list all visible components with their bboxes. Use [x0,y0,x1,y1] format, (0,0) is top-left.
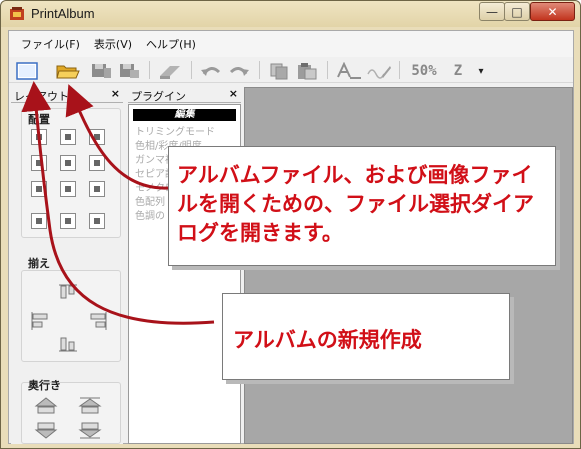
placement-group: 配置 [21,108,121,238]
toolbar-separator [149,61,150,79]
close-button[interactable]: ✕ [530,2,575,21]
minimize-icon: — [486,4,498,19]
align-left-icon[interactable] [30,311,50,331]
paste-icon [298,63,317,80]
undo-icon [201,67,221,76]
placement-group-label: 配置 [28,113,50,126]
window-title: PrintAlbum [31,6,95,21]
plugin-panel-close-icon[interactable]: × [229,87,238,100]
app-icon [9,6,25,21]
plugin-panel-title: プラグイン [131,90,186,103]
align-top-icon[interactable] [58,283,78,301]
undo-button[interactable] [199,60,223,82]
align-middle-left-icon[interactable] [31,155,47,171]
plugin-item-trimming[interactable]: トリミングモード [135,123,215,138]
toolbar-overflow-button[interactable]: ▾ [475,60,487,82]
layout-panel-title: レイアウト [14,90,69,103]
center-both-icon[interactable] [31,213,47,229]
z-button[interactable]: Z [447,60,469,82]
close-icon: ✕ [547,4,558,19]
layout-panel: 配置 揃え 奥行き [11,104,123,444]
toolbar-separator [259,61,260,79]
toolbar: 50% Z ▾ [9,57,573,83]
text-icon [337,62,361,79]
menu-view[interactable]: 表示(V) [94,36,132,52]
pen-tool-button[interactable] [365,60,393,82]
text-tool-button[interactable] [335,60,363,82]
depth-group: 奥行き [21,379,121,444]
minimize-button[interactable]: — [479,2,505,21]
align-top-right-icon[interactable] [89,129,105,145]
align-right-icon[interactable] [88,311,108,331]
save-as-button[interactable] [117,60,141,82]
paste-button[interactable] [295,60,319,82]
save-icon [92,64,111,78]
copy-button[interactable] [267,60,291,82]
plugin-item-tone[interactable]: 色調の [135,207,165,222]
align-center-icon[interactable] [60,155,76,171]
layout-panel-header: レイアウト × [11,87,123,103]
align-middle-right-icon[interactable] [89,155,105,171]
zoom-button[interactable]: 50% [407,60,441,82]
title-bar: PrintAlbum — □ ✕ [1,1,580,27]
align-bottom-center-icon[interactable] [60,181,76,197]
align-bottom-left-icon[interactable] [31,181,47,197]
open-file-button[interactable] [56,60,80,82]
new-album-button[interactable] [15,60,39,82]
toolbar-separator [191,61,192,79]
open-folder-icon [56,65,80,79]
send-backward-icon[interactable] [34,421,58,439]
menu-help[interactable]: ヘルプ(H) [146,36,196,52]
menu-file[interactable]: ファイル(F) [21,36,80,52]
redo-icon [229,67,249,76]
pen-icon [367,66,391,79]
align-top-center-icon[interactable] [60,129,76,145]
z-label: Z [453,63,463,79]
depth-group-label: 奥行き [28,379,61,392]
layout-panel-close-icon[interactable]: × [111,87,120,100]
plugin-panel-header: プラグイン × [128,87,241,103]
erase-icon [160,66,180,79]
bring-to-front-icon[interactable] [78,397,102,415]
chevron-down-icon: ▾ [478,65,484,77]
open-file-callout: アルバムファイル、および画像ファイルを開くための、ファイル選択ダイアログを開きま… [168,146,556,266]
toolbar-separator [399,61,400,79]
fit-icon[interactable] [60,213,76,229]
plugin-item-color-order[interactable]: 色配列 [135,193,165,208]
toolbar-separator [327,61,328,79]
menu-bar: ファイル(F) 表示(V) ヘルプ(H) [9,31,573,57]
copy-icon [270,63,288,80]
new-album-callout: アルバムの新規作成 [222,293,510,380]
align-group-label: 揃え [28,257,50,270]
align-bottom-icon[interactable] [58,335,78,353]
send-to-back-icon[interactable] [78,421,102,439]
save-as-icon [120,64,139,78]
maximize-icon: □ [511,4,523,19]
zoom-label: 50% [411,63,437,79]
align-bottom-right-icon[interactable] [89,181,105,197]
grid-icon[interactable] [89,213,105,229]
align-group: 揃え [21,257,121,362]
save-button[interactable] [89,60,113,82]
maximize-button[interactable]: □ [504,2,530,21]
erase-button[interactable] [157,60,183,82]
redo-button[interactable] [227,60,251,82]
bring-forward-icon[interactable] [34,397,58,415]
new-album-icon [16,62,38,80]
plugin-category-header: 編集 [133,109,236,121]
align-top-left-icon[interactable] [31,129,47,145]
